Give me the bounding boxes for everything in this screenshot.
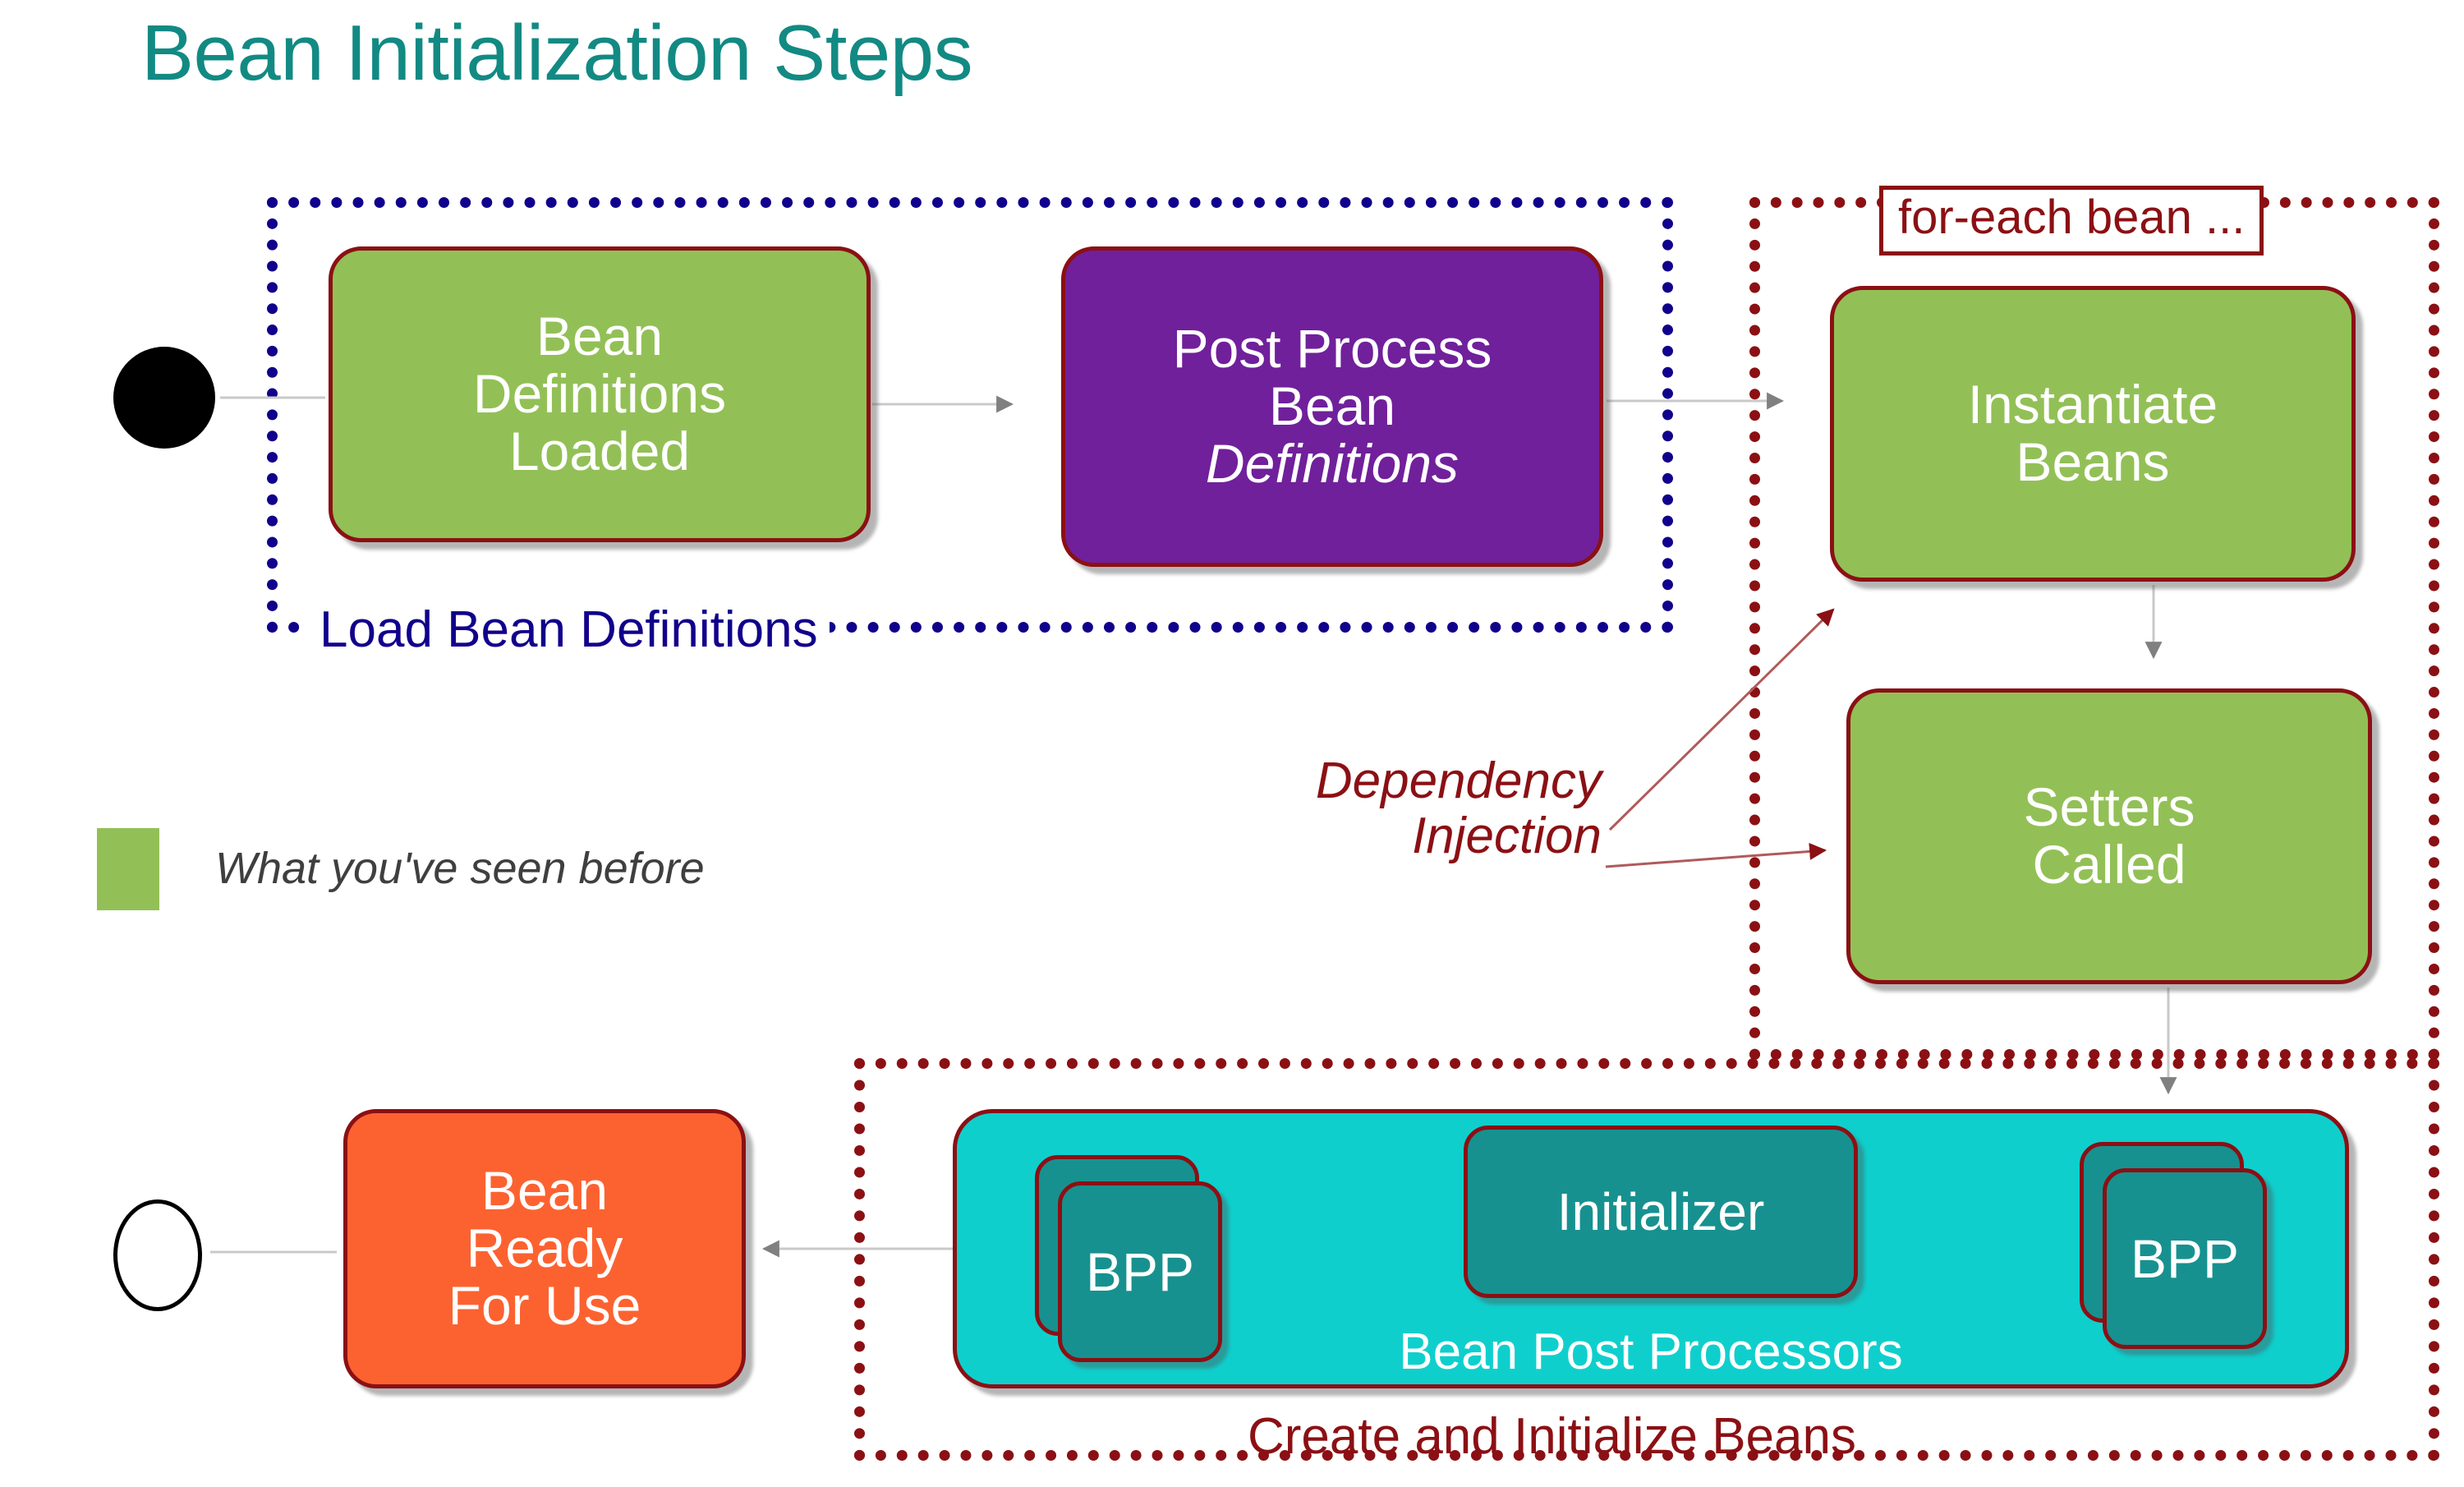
node-bean-definitions-loaded[interactable]: Bean Definitions Loaded: [329, 246, 871, 542]
bpp-stack-front-card: BPP: [1058, 1181, 1222, 1362]
annotation-line-1: Dependency: [1315, 753, 1602, 809]
legend-swatch-green: [97, 828, 159, 910]
node-line-1: Bean: [536, 306, 664, 367]
end-node: [113, 1199, 202, 1311]
label-for-each-bean: for-each bean ...: [1879, 186, 2264, 256]
node-instantiate-beans[interactable]: Instantiate Beans: [1830, 286, 2356, 582]
node-line-3: For Use: [448, 1274, 641, 1336]
node-bean-ready-for-use[interactable]: Bean Ready For Use: [343, 1109, 746, 1388]
node-initializer[interactable]: Initializer: [1464, 1126, 1858, 1298]
node-line-1: Bean: [480, 1160, 609, 1222]
node-line-1: Instantiate: [1967, 374, 2218, 435]
node-line-2: Bean: [1268, 375, 1396, 437]
bpp-stack-front-card: BPP: [2103, 1168, 2267, 1349]
legend-label: What you've seen before: [215, 844, 705, 893]
node-line-2: Ready: [466, 1218, 623, 1279]
node-line-2: Called: [2032, 834, 2186, 895]
node-post-process-bean-definitions[interactable]: Post Process Bean Definitions: [1061, 246, 1603, 567]
node-line-2: Beans: [2016, 431, 2170, 492]
node-line-2: Definitions: [472, 363, 727, 425]
group-caption-create-and-initialize-beans: Create and Initialize Beans: [1248, 1408, 1857, 1465]
start-node: [113, 347, 215, 449]
node-line-1: Setters: [2023, 776, 2195, 838]
page-title: Bean Initialization Steps: [141, 9, 973, 97]
group-caption-load-bean-definitions: Load Bean Definitions: [308, 605, 830, 656]
bpp-label: BPP: [2130, 1228, 2240, 1289]
initializer-label: Initializer: [1556, 1182, 1765, 1241]
node-line-3: Loaded: [508, 420, 691, 481]
node-setters-called[interactable]: Setters Called: [1846, 688, 2372, 984]
bpp-label: BPP: [1085, 1241, 1195, 1302]
node-line-3: Definitions: [1205, 432, 1460, 494]
node-line-1: Post Process: [1172, 318, 1492, 380]
annotation-line-2: Injection: [1412, 807, 1602, 864]
annotation-dependency-injection: Dependency Injection: [1183, 753, 1602, 864]
